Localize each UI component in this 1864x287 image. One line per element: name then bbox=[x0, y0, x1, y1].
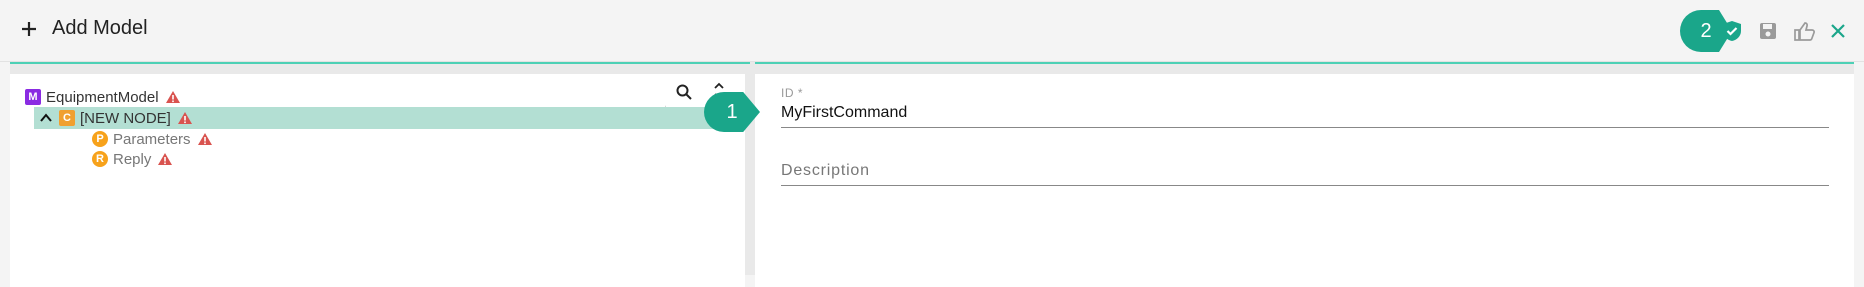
description-field[interactable]: Description bbox=[781, 162, 870, 180]
save-icon[interactable] bbox=[1756, 19, 1780, 43]
id-field-underline bbox=[781, 127, 1829, 128]
top-bar: Add Model 2 bbox=[0, 0, 1864, 62]
model-badge: M bbox=[25, 89, 41, 105]
warning-icon bbox=[157, 152, 173, 166]
description-field-underline bbox=[781, 185, 1829, 186]
warning-icon bbox=[177, 111, 193, 125]
tree-node-label: Reply bbox=[113, 150, 152, 168]
command-badge: C bbox=[59, 110, 75, 126]
tree-node-reply[interactable]: R Reply bbox=[92, 148, 173, 170]
plus-icon[interactable] bbox=[20, 20, 38, 38]
id-field[interactable]: MyFirstCommand bbox=[781, 104, 907, 122]
tree-node-selected[interactable]: C [NEW NODE] bbox=[34, 107, 742, 129]
warning-icon bbox=[197, 132, 213, 146]
right-accent-line bbox=[755, 62, 1854, 64]
close-icon[interactable] bbox=[1826, 19, 1850, 43]
approve-icon[interactable] bbox=[1792, 19, 1816, 43]
warning-icon bbox=[165, 90, 181, 104]
form-panel: ID * MyFirstCommand Description bbox=[755, 74, 1854, 287]
left-accent-line bbox=[10, 62, 750, 64]
model-tree-panel: M EquipmentModel C [NEW NODE] P Paramete… bbox=[10, 74, 745, 287]
parameters-badge: P bbox=[92, 131, 108, 147]
callout-badge-1: 1 bbox=[704, 92, 760, 132]
validate-icon[interactable] bbox=[1720, 19, 1744, 43]
tree-node-label: EquipmentModel bbox=[46, 88, 159, 106]
search-icon[interactable] bbox=[675, 83, 693, 101]
main-area: M EquipmentModel C [NEW NODE] P Paramete… bbox=[10, 62, 1854, 287]
tree-node-label: Parameters bbox=[113, 130, 191, 148]
chevron-up-icon[interactable] bbox=[39, 111, 53, 125]
tree-node-parameters[interactable]: P Parameters bbox=[92, 128, 213, 150]
title-wrap: Add Model bbox=[20, 17, 148, 40]
tree-node-label: [NEW NODE] bbox=[80, 109, 171, 127]
page-title: Add Model bbox=[52, 17, 148, 39]
id-field-label: ID * bbox=[781, 86, 804, 100]
reply-badge: R bbox=[92, 151, 108, 167]
tree-node-root[interactable]: M EquipmentModel bbox=[25, 86, 181, 108]
